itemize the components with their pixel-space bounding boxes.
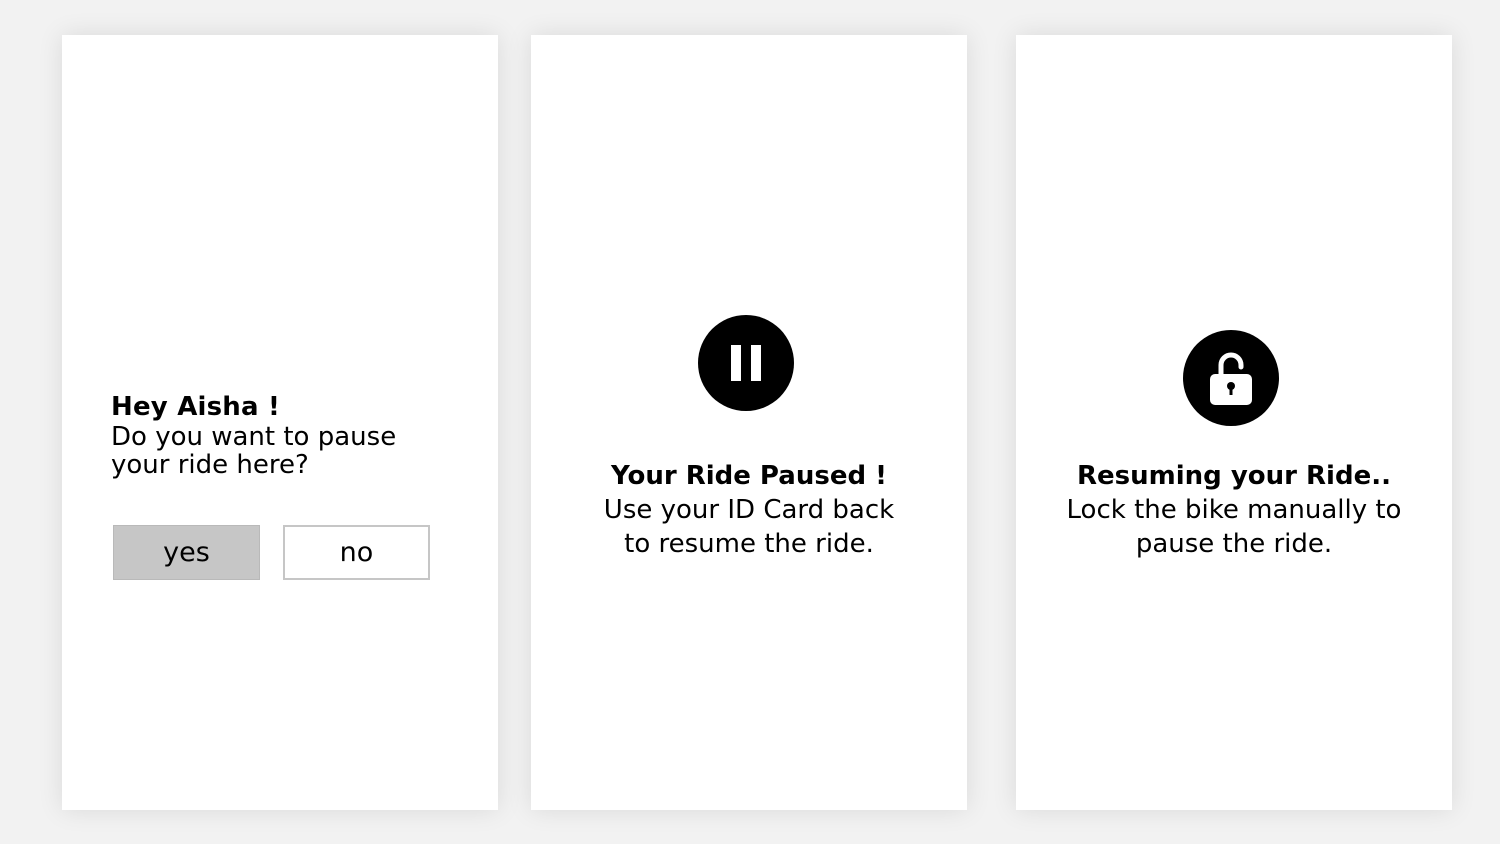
resuming-body: Lock the bike manually to pause the ride… (1016, 493, 1452, 561)
pause-question: Do you want to pause your ride here? (111, 423, 431, 479)
paused-body: Use your ID Card back to resume the ride… (531, 493, 967, 561)
resuming-title: Resuming your Ride.. (1077, 461, 1391, 491)
paused-body-line-2: to resume the ride. (624, 529, 874, 559)
resuming-body-line-1: Lock the bike manually to (1066, 495, 1402, 525)
paused-message: Your Ride Paused ! Use your ID Card back… (531, 459, 967, 561)
resuming-ride-screen: Resuming your Ride.. Lock the bike manua… (1016, 35, 1452, 810)
yes-button[interactable]: yes (113, 525, 260, 580)
pause-icon (698, 315, 794, 411)
paused-body-line-1: Use your ID Card back (603, 495, 895, 525)
pause-question-line-1: Do you want to pause (111, 422, 397, 452)
pause-prompt-screen: Hey Aisha ! Do you want to pause your ri… (62, 35, 498, 810)
greeting-title: Hey Aisha ! (111, 392, 281, 422)
paused-title: Your Ride Paused ! (611, 461, 887, 491)
unlock-icon (1183, 330, 1279, 426)
no-button[interactable]: no (283, 525, 430, 580)
pause-question-line-2: your ride here? (111, 450, 309, 480)
resuming-body-line-2: pause the ride. (1135, 529, 1333, 559)
ride-paused-screen: Your Ride Paused ! Use your ID Card back… (531, 35, 967, 810)
pause-prompt: Hey Aisha ! Do you want to pause your ri… (111, 391, 471, 479)
resuming-message: Resuming your Ride.. Lock the bike manua… (1016, 459, 1452, 561)
